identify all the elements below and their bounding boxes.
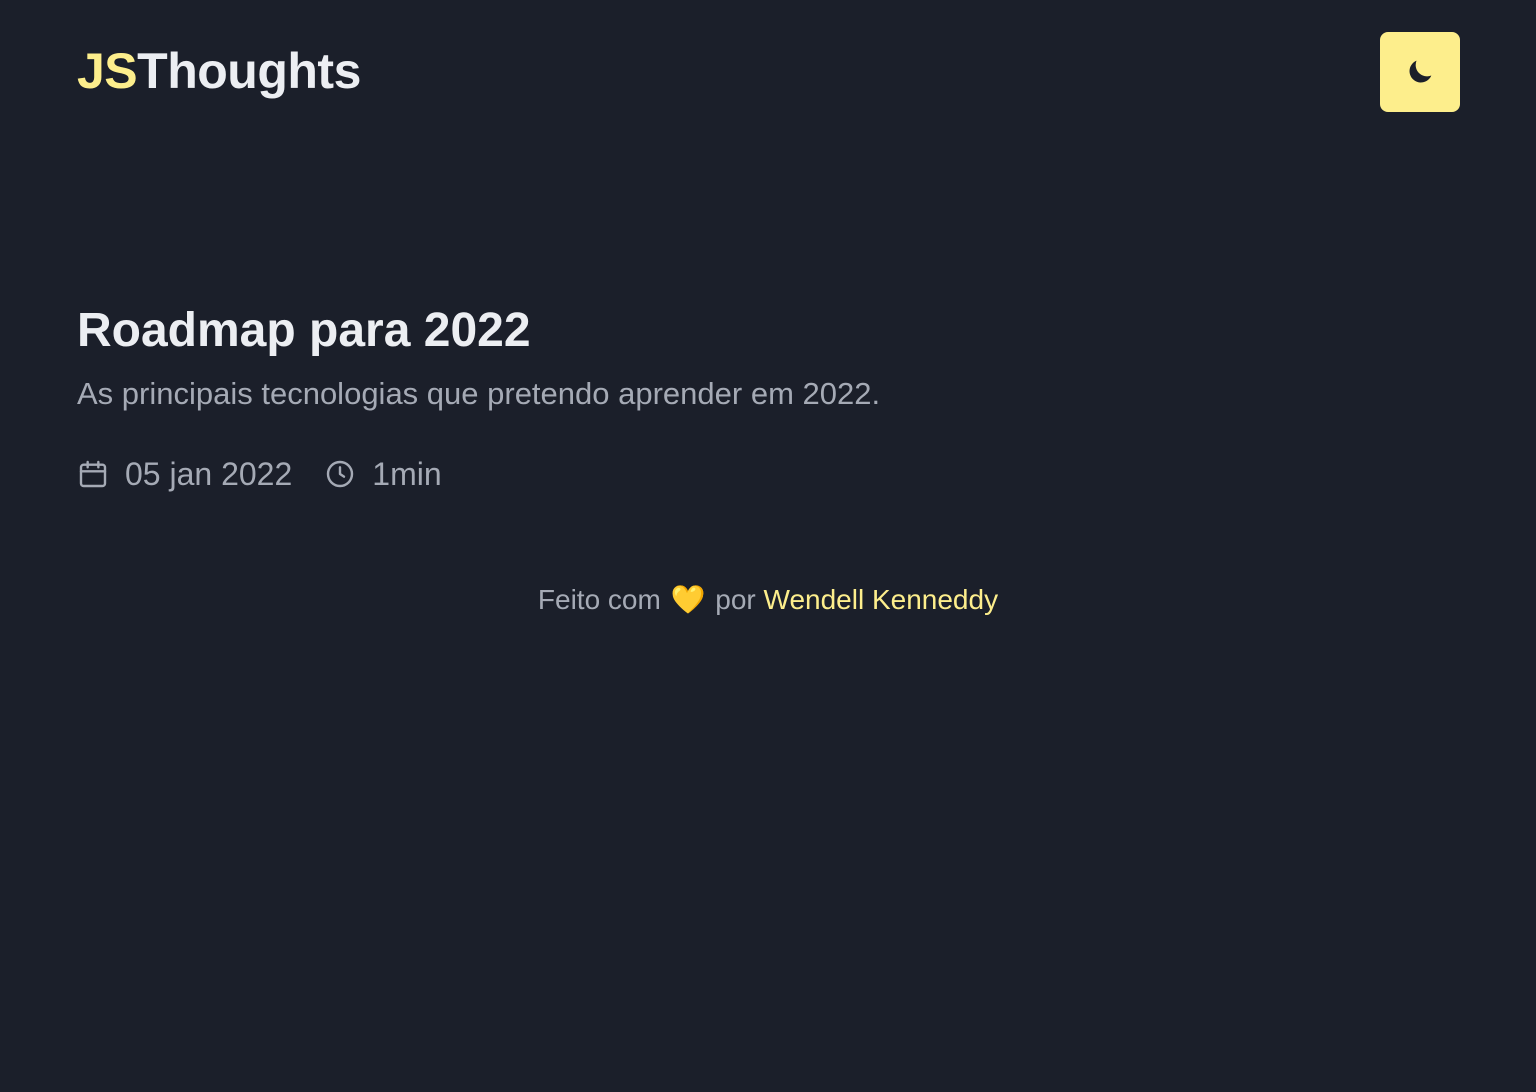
site-logo-link[interactable]: JSThoughts xyxy=(77,40,361,102)
footer-by-text: por xyxy=(715,584,756,615)
logo-rest-text: Thoughts xyxy=(137,43,361,99)
footer-made-with-text: Feito com xyxy=(537,584,661,615)
logo-accent-text: JS xyxy=(77,43,138,99)
heart-icon: 💛 xyxy=(670,584,706,615)
site-header: JSThoughts xyxy=(0,0,1536,144)
page: JSThoughts Roadmap para 2022 As principa… xyxy=(0,0,1536,1092)
post-title: Roadmap para 2022 xyxy=(77,304,531,357)
footer-author-link[interactable]: Wendell Kenneddy xyxy=(764,584,999,615)
post-reading-time-text: 1min xyxy=(372,456,442,492)
post-description: As principais tecnologias que pretendo a… xyxy=(77,376,881,411)
post-link[interactable]: Roadmap para 2022 xyxy=(77,300,1457,362)
post-reading-time: 1min xyxy=(324,454,442,494)
post-date-text: 05 jan 2022 xyxy=(125,456,293,492)
moon-icon xyxy=(1404,56,1436,88)
theme-toggle-button[interactable] xyxy=(1380,32,1460,112)
post-meta: 05 jan 2022 1min xyxy=(77,454,1457,494)
site-footer: Feito com 💛 por Wendell Kenneddy xyxy=(0,580,1536,620)
post-date: 05 jan 2022 xyxy=(77,454,292,494)
post-summary: Roadmap para 2022 As principais tecnolog… xyxy=(77,300,1457,494)
calendar-icon xyxy=(77,458,109,490)
clock-icon xyxy=(324,458,356,490)
